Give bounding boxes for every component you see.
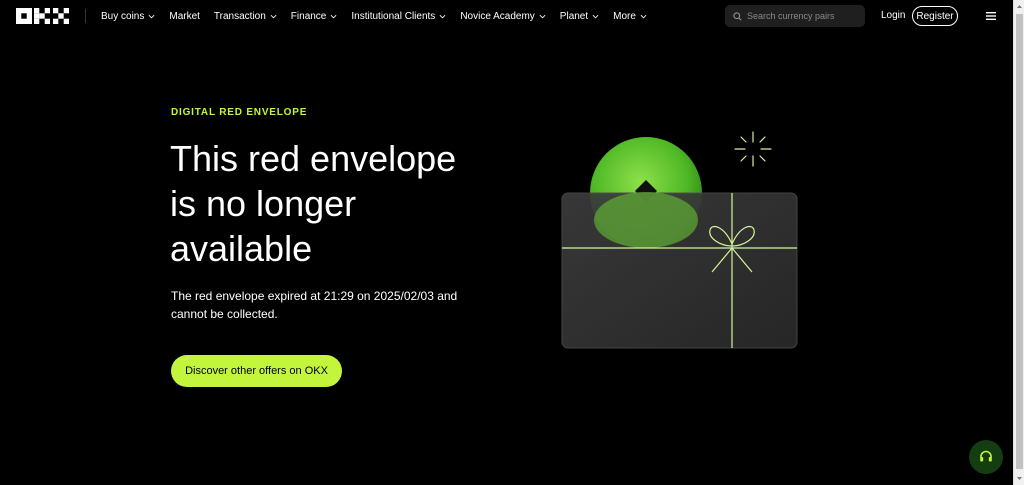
nav-item-label: Planet xyxy=(559,10,589,22)
nav-item-label: Transaction xyxy=(213,10,266,22)
main-nav: Buy coins Market Transaction Finance Ins… xyxy=(101,0,661,32)
discover-offers-button[interactable]: Discover other offers on OKX xyxy=(171,355,342,387)
hamburger-icon[interactable] xyxy=(985,10,997,22)
support-chat-button[interactable] xyxy=(969,440,1003,474)
chevron-down-icon xyxy=(640,14,647,18)
nav-divider xyxy=(85,9,86,23)
hero-eyebrow: DIGITAL RED ENVELOPE xyxy=(171,107,308,118)
chevron-down-icon xyxy=(592,14,599,18)
scroll-down-icon[interactable] xyxy=(1016,473,1023,483)
okx-logo[interactable] xyxy=(16,8,69,24)
nav-item-more[interactable]: More xyxy=(613,11,647,22)
search-box[interactable] xyxy=(725,5,865,27)
register-button[interactable]: Register xyxy=(912,6,958,26)
nav-item-label: Finance xyxy=(290,10,327,22)
chevron-down-icon xyxy=(539,14,546,18)
scrollbar-thumb[interactable] xyxy=(1016,14,1023,469)
nav-item-market[interactable]: Market xyxy=(169,11,200,22)
nav-item-transaction[interactable]: Transaction xyxy=(214,11,277,22)
nav-item-buy-coins[interactable]: Buy coins xyxy=(101,11,155,22)
login-link[interactable]: Login xyxy=(881,10,905,21)
nav-item-label: Novice Academy xyxy=(460,10,535,22)
search-icon xyxy=(733,11,742,21)
expiry-message: The red envelope expired at 21:29 on 202… xyxy=(171,289,458,321)
sparkle-icon xyxy=(734,131,772,167)
nav-item-label: Institutional Clients xyxy=(351,10,436,22)
top-nav-bar: Buy coins Market Transaction Finance Ins… xyxy=(0,0,1013,32)
page-title: This red envelope is no longer available xyxy=(170,138,457,269)
nav-item-planet[interactable]: Planet xyxy=(560,11,599,22)
headset-icon xyxy=(980,450,992,462)
chevron-down-icon xyxy=(270,14,277,18)
red-envelope-illustration xyxy=(561,131,798,349)
scroll-up-icon[interactable] xyxy=(1016,2,1023,12)
search-input[interactable] xyxy=(747,11,857,21)
nav-item-novice-academy[interactable]: Novice Academy xyxy=(460,10,546,22)
nav-item-label: Buy coins xyxy=(101,10,145,22)
chevron-down-icon xyxy=(148,14,155,18)
chevron-down-icon xyxy=(439,14,446,18)
nav-item-institutional-clients[interactable]: Institutional Clients xyxy=(351,11,446,22)
nav-item-finance[interactable]: Finance xyxy=(291,11,338,22)
page: Buy coins Market Transaction Finance Ins… xyxy=(0,0,1024,485)
page-scrollbar[interactable] xyxy=(1013,0,1024,485)
nav-item-label: More xyxy=(613,10,636,22)
okx-logo-icon xyxy=(16,8,69,24)
nav-item-label: Market xyxy=(169,10,200,22)
coin-glow xyxy=(594,192,698,248)
chevron-down-icon xyxy=(330,14,337,18)
